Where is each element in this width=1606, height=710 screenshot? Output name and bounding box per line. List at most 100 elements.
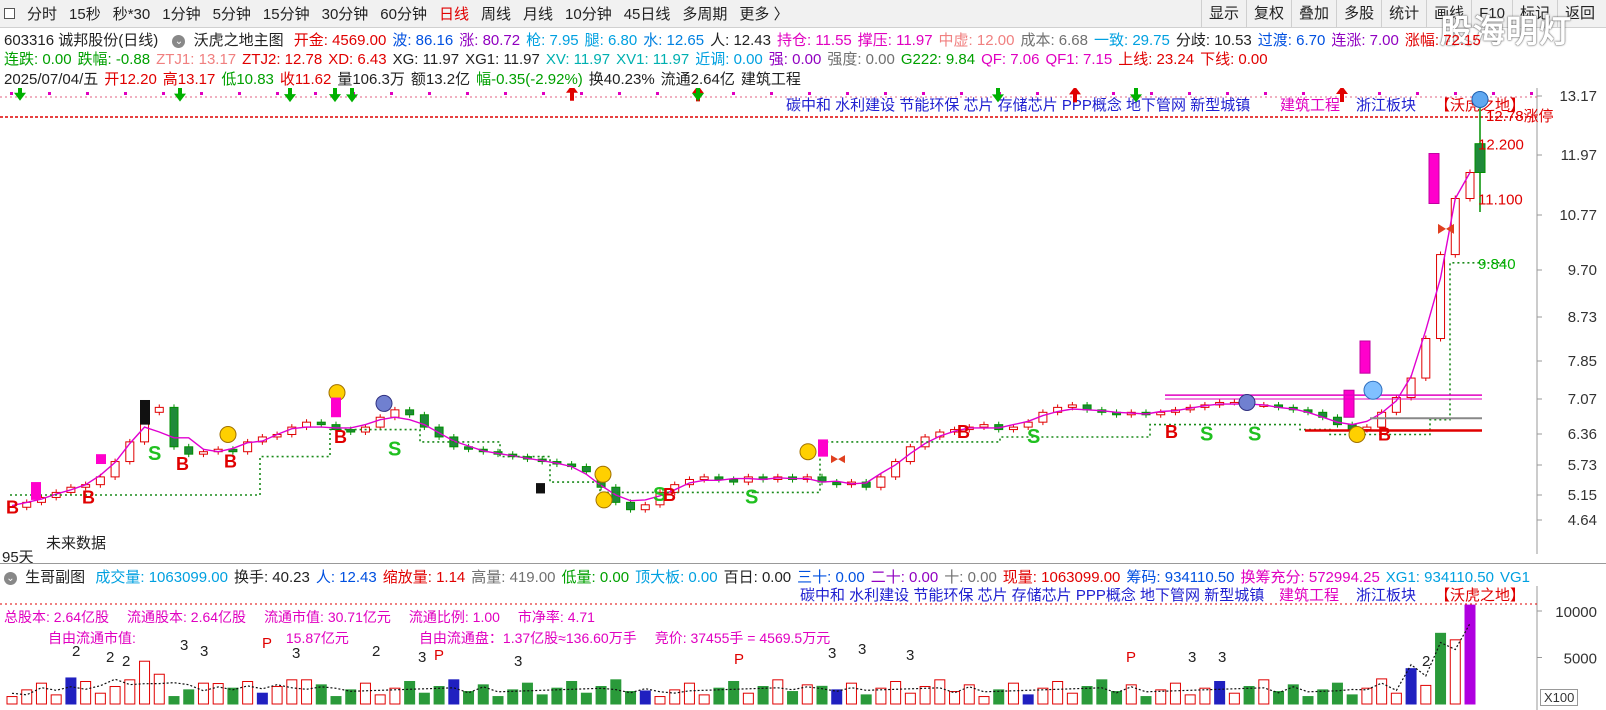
toolbar-action-7[interactable]: 标记 xyxy=(1511,0,1557,27)
sub-item-8: 三十: 0.00 xyxy=(797,569,865,586)
price-tick-label: 10.77 xyxy=(1559,207,1597,224)
toolbar-action-8[interactable]: 返回 xyxy=(1556,0,1602,27)
future-data-label: 未来数据 xyxy=(46,532,107,553)
candle-body xyxy=(110,461,120,478)
volume-bar xyxy=(1022,694,1034,705)
toolbar-action-6[interactable]: F10 xyxy=(1471,0,1512,27)
period-tab-2[interactable]: 秒*30 xyxy=(107,3,157,24)
sub-item-14: XG1: 934110.50 xyxy=(1386,569,1494,586)
indicator-item-value: 4569.00 xyxy=(332,32,387,49)
sub-item-5: 低量: 0.00 xyxy=(562,569,630,586)
indicator-item-value: 7.95 xyxy=(549,32,579,49)
top-dot-marker xyxy=(580,92,583,95)
period-tab-13[interactable]: 多周期 xyxy=(676,3,733,24)
sub-item-value: 0.00 xyxy=(909,569,939,586)
period-tab-14[interactable]: 更多 〉 xyxy=(733,3,794,24)
sell-marker: S xyxy=(745,486,758,508)
indicator-item-8: 撑压: 11.97 xyxy=(858,32,933,49)
balloon-icon xyxy=(1471,90,1489,108)
indicator-item-2-label: XG1: xyxy=(465,51,504,68)
volume-bar xyxy=(404,680,416,705)
chevron-down-icon[interactable]: ⌄ xyxy=(172,34,186,48)
down-arrow-icon xyxy=(692,88,704,102)
indicator-item-2-0: 连跌: 0.00 xyxy=(4,51,72,68)
sub-item-label: VG1 xyxy=(1499,569,1530,586)
top-dot-marker xyxy=(428,92,431,95)
share-stats-line-2: 自由流通市值: 15.87亿元 自由流通盘：1.37亿股≈136.60万手 竞价: 3… xyxy=(48,628,848,648)
period-tab-9[interactable]: 周线 xyxy=(475,3,517,24)
period-tab-5[interactable]: 15分钟 xyxy=(257,3,316,24)
indicator-item-4: 腿: 6.80 xyxy=(585,32,638,49)
volume-bar xyxy=(919,686,931,705)
volume-tick-label: 10000 xyxy=(1555,604,1597,621)
period-tab-8[interactable]: 日线 xyxy=(433,3,475,24)
volume-bar xyxy=(1066,692,1078,705)
volume-scale-badge[interactable]: X100 xyxy=(1540,689,1579,706)
sub-item-label: 三十: xyxy=(797,569,836,586)
candle-body xyxy=(1362,426,1372,431)
sub-item-2: 人: 12.43 xyxy=(316,569,377,586)
volume-bar xyxy=(1140,696,1152,705)
indicator-item-2-3: ZTJ2: 12.78 xyxy=(242,51,322,68)
toolbar-action-0[interactable]: 显示 xyxy=(1201,0,1246,27)
indicator-item-value: 86.16 xyxy=(415,32,454,49)
sub-item-0: 成交量: 1063099.00 xyxy=(95,569,228,586)
sub-concept-tag-1: 建筑工程 xyxy=(1279,587,1339,604)
indicator-item-label: 分歧: xyxy=(1175,32,1215,49)
bar-info-7: 幅-0.35(-2.92%) xyxy=(476,71,583,88)
indicator-item-label: 成本: xyxy=(1020,32,1059,49)
toolbar-action-1[interactable]: 复权 xyxy=(1246,0,1291,27)
sub-indicator-name[interactable]: 生哥副图 xyxy=(25,569,85,586)
price-tick-label: 13.17 xyxy=(1559,88,1597,105)
balloon-icon xyxy=(1363,380,1383,400)
period-tab-11[interactable]: 10分钟 xyxy=(559,3,618,24)
period-tab-7[interactable]: 60分钟 xyxy=(374,3,433,24)
window-menu-icon[interactable] xyxy=(4,8,15,19)
volume-bar xyxy=(831,689,843,705)
price-tick-label: 7.85 xyxy=(1568,353,1597,370)
main-candlestick-chart[interactable]: 13.17 11.97 10.77 9.70 8.73 7.85 7.07 6.36 5.73 5… xyxy=(0,88,1606,554)
indicator-item-label: 撑压: xyxy=(857,32,897,49)
period-tab-12[interactable]: 45日线 xyxy=(618,3,677,24)
volume-annotation: 3 xyxy=(418,649,426,666)
indicator-name[interactable]: 沃虎之地主图 xyxy=(194,32,284,49)
volume-bar xyxy=(492,696,504,705)
panel-divider[interactable] xyxy=(0,563,1606,564)
top-dot-marker xyxy=(238,92,241,95)
volume-bar xyxy=(1169,682,1181,705)
period-tab-0[interactable]: 分时 xyxy=(21,3,63,24)
indicator-item-2-14: QF1: 7.15 xyxy=(1045,51,1112,68)
volume-sub-chart[interactable]: 碳中和 水利建设 节能环保 芯片 存储芯片 PPP概念 地下管网 新型城镇 建筑工… xyxy=(0,586,1606,710)
sub-item-value: 0.00 xyxy=(599,569,630,586)
top-dot-marker xyxy=(1302,92,1305,95)
toolbar-action-3[interactable]: 多股 xyxy=(1336,0,1381,27)
indicator-item-value: 80.72 xyxy=(482,32,521,49)
indicator-item-2-label: 跌幅: xyxy=(77,51,116,68)
chevron-down-icon[interactable]: ⌄ xyxy=(4,571,17,585)
toolbar-action-2[interactable]: 叠加 xyxy=(1291,0,1336,27)
buy-marker: B xyxy=(957,422,970,442)
toolbar-action-5[interactable]: 画线 xyxy=(1426,0,1471,27)
volume-bar xyxy=(271,686,283,705)
sub-item-13: 换筹充分: 572994.25 xyxy=(1241,569,1380,586)
volume-bar xyxy=(1037,687,1049,705)
share-stat: 15.87亿元 xyxy=(285,630,349,646)
indicator-item-label: 水: xyxy=(643,32,667,49)
period-tab-4[interactable]: 5分钟 xyxy=(207,3,257,24)
bar-info-9: 流通2.64亿 xyxy=(660,71,735,88)
buy-marker: B xyxy=(1165,422,1178,442)
period-tab-10[interactable]: 月线 xyxy=(517,3,559,24)
period-tab-1[interactable]: 15秒 xyxy=(63,3,107,24)
period-tab-3[interactable]: 1分钟 xyxy=(156,3,206,24)
volume-bar xyxy=(345,689,357,705)
top-dot-marker xyxy=(390,92,393,95)
smiley-icon xyxy=(1348,425,1366,443)
indicator-item-2-16: 下线: 0.00 xyxy=(1200,51,1268,68)
volume-bar xyxy=(139,660,151,705)
period-tab-6[interactable]: 30分钟 xyxy=(316,3,375,24)
down-arrow-icon xyxy=(284,88,296,103)
top-dot-marker xyxy=(1378,92,1381,95)
volume-bar xyxy=(1390,692,1402,705)
toolbar-action-4[interactable]: 统计 xyxy=(1381,0,1426,27)
volume-bar xyxy=(1317,689,1329,705)
